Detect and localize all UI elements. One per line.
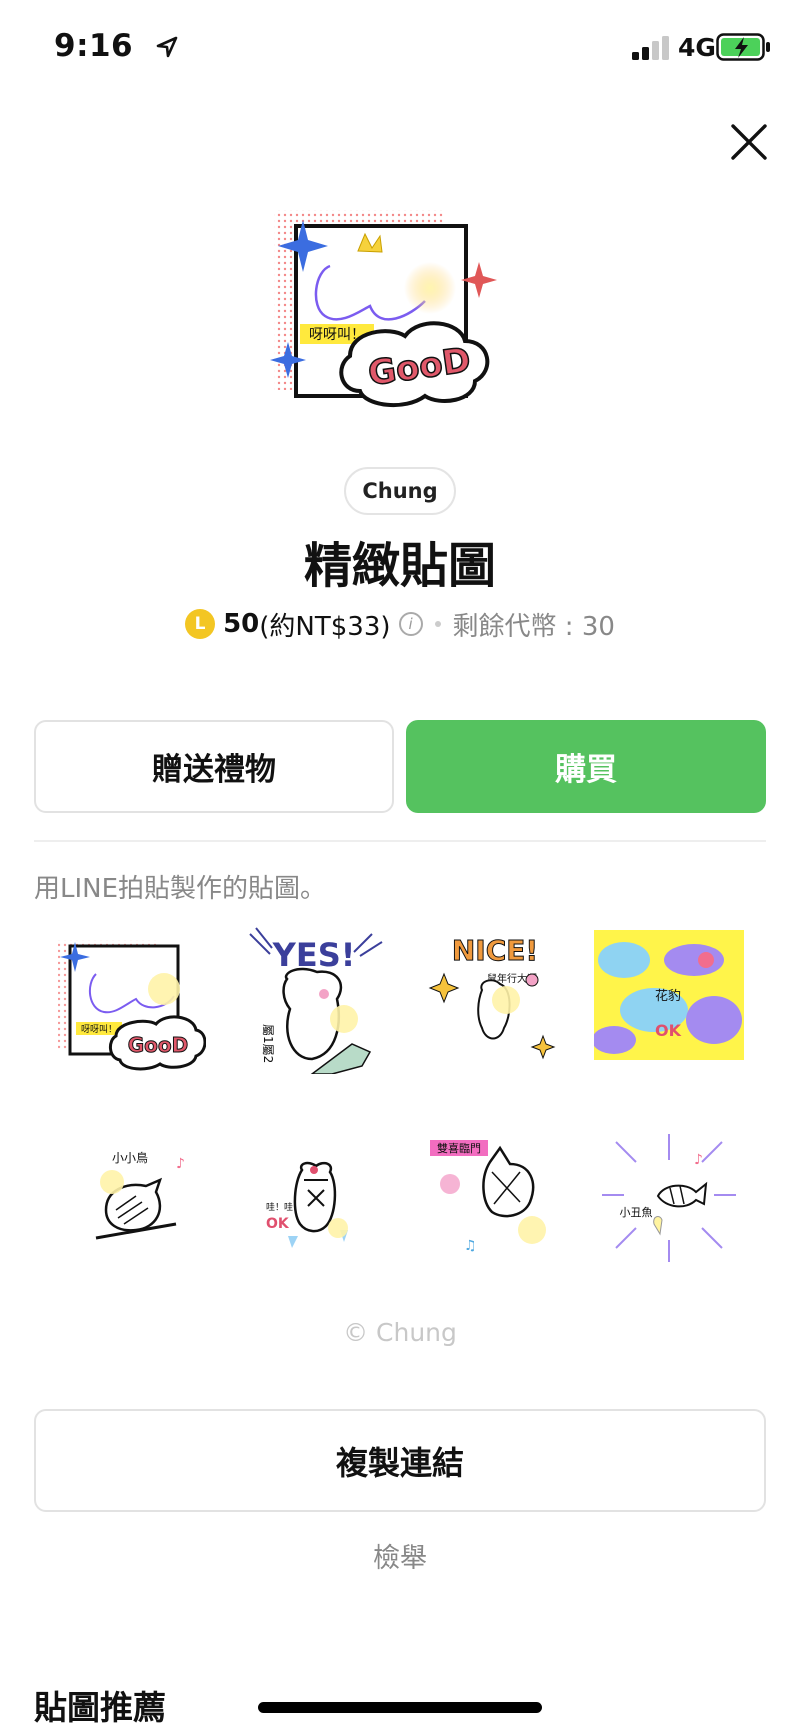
report-link[interactable]: 檢舉 xyxy=(0,1536,800,1575)
sticker-item[interactable]: 哇！哇！ OK xyxy=(242,1120,392,1270)
sticker-caption: 小丑魚 xyxy=(620,1206,653,1219)
sticker-caption: 雙喜臨門 xyxy=(437,1142,481,1155)
sticker-item[interactable]: NICE! 鼠年行大運 xyxy=(420,924,570,1074)
svg-text:♫: ♫ xyxy=(464,1238,477,1254)
send-gift-button[interactable]: 贈送禮物 xyxy=(34,720,394,813)
copyright-text: © Chung xyxy=(343,1318,457,1347)
svg-text:♪: ♪ xyxy=(176,1156,185,1172)
close-icon[interactable] xyxy=(727,120,771,164)
location-arrow-icon xyxy=(156,36,178,58)
sticker-item[interactable]: 小丑魚 ♪ xyxy=(594,1120,744,1270)
sticker-caption: 呀呀叫！ xyxy=(81,1024,117,1035)
line-coin-icon: L xyxy=(185,609,216,639)
sticker-badge: OK xyxy=(655,1021,682,1040)
sticker-caption: NICE! xyxy=(452,934,538,967)
sticker-caption: 小小鳥 xyxy=(112,1150,148,1165)
svg-text:♪: ♪ xyxy=(694,1152,703,1168)
copy-link-button[interactable]: 複製連結 xyxy=(34,1409,766,1512)
sticker-badge: GooD xyxy=(128,1033,189,1057)
sticker-subtext: 屬1屬2 xyxy=(261,1024,275,1063)
sticker-title: 精緻貼圖 xyxy=(303,538,496,594)
divider xyxy=(34,840,766,842)
home-indicator[interactable] xyxy=(258,1702,542,1713)
status-time: 9:16 xyxy=(54,28,134,64)
price-approx: (約NT$33) xyxy=(259,611,391,642)
sticker-item[interactable]: 花豹 OK xyxy=(594,930,744,1080)
signal-bars-icon xyxy=(632,36,669,60)
sticker-caption: 花豹 xyxy=(655,988,681,1004)
network-type: 4G xyxy=(678,33,716,62)
sticker-description: 用LINE拍貼製作的貼圖。 xyxy=(34,874,327,904)
sticker-item[interactable]: 小小鳥 ♪ xyxy=(56,1120,206,1270)
remaining-coins: 剩餘代幣 : 30 xyxy=(452,611,615,642)
battery-charging-icon xyxy=(716,33,770,61)
price-row: L 50 (約NT$33) i 剩餘代幣 : 30 xyxy=(0,604,800,644)
sticker-item[interactable]: 雙喜臨門 ♫ xyxy=(420,1112,570,1262)
recommend-section-title: 貼圖推薦 xyxy=(34,1688,166,1727)
sticker-item[interactable]: 呀呀叫！ GooD xyxy=(56,924,206,1074)
sticker-badge: OK xyxy=(266,1216,290,1232)
sticker-item[interactable]: YES! 屬1屬2 xyxy=(242,924,392,1074)
sticker-hero-image: 呀呀叫！ GooD xyxy=(270,210,497,408)
buy-button[interactable]: 購買 xyxy=(406,720,766,813)
author-name-button[interactable]: Chung xyxy=(344,467,456,515)
info-icon[interactable]: i xyxy=(398,612,423,636)
sticker-caption: YES! xyxy=(272,936,356,974)
separator-dot xyxy=(434,621,441,627)
status-bar: 9:16 4G xyxy=(0,0,800,96)
sticker-caption: 哇！哇！ xyxy=(266,1202,302,1213)
price-amount: 50 xyxy=(223,609,260,639)
